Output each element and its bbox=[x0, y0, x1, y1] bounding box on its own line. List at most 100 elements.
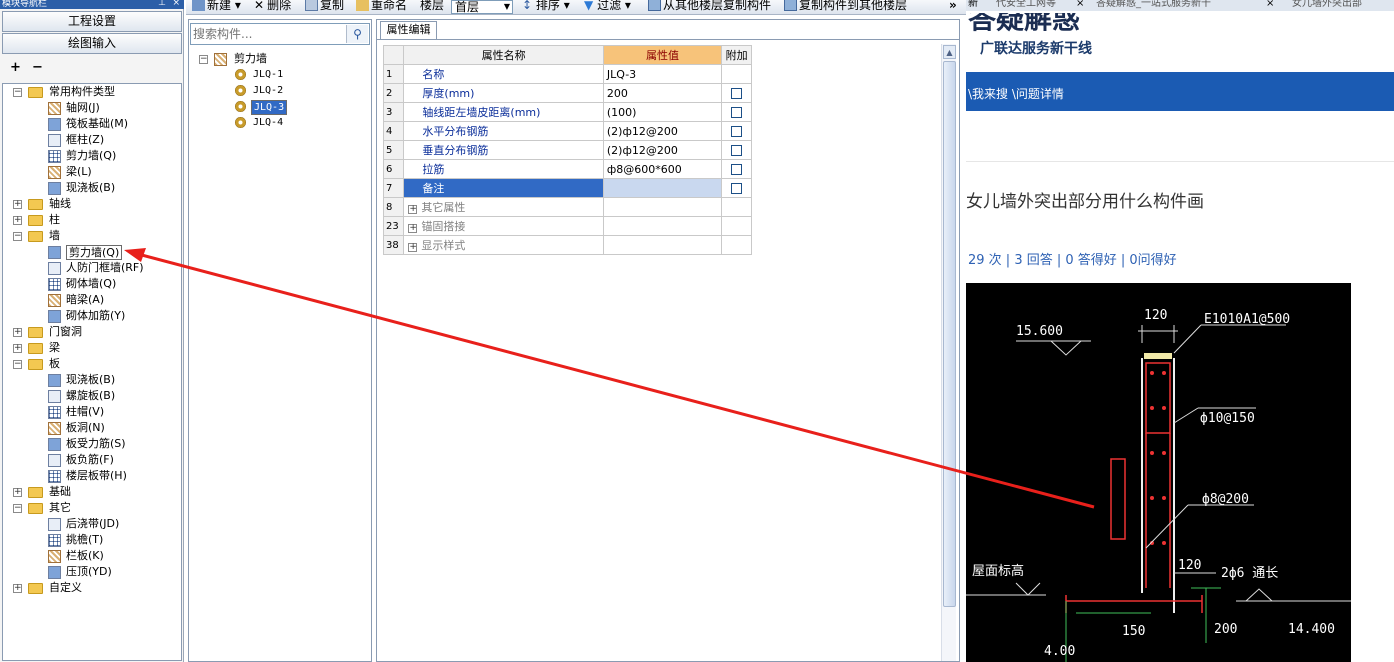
tree-item[interactable]: 砌体墙(Q) bbox=[3, 276, 181, 292]
table-row[interactable]: 3 轴线距左墙皮距离(mm) (100) bbox=[382, 102, 752, 122]
tree-folder[interactable]: + 门窗洞 bbox=[3, 324, 181, 340]
property-value[interactable]: ф8@600*600 bbox=[602, 159, 723, 179]
search-input[interactable] bbox=[193, 26, 343, 42]
delete-button[interactable]: ✕ 删除 bbox=[254, 0, 291, 13]
copy-to-floor-button[interactable]: 复制构件到其他楼层 bbox=[784, 0, 907, 13]
tree-item[interactable]: 轴网(J) bbox=[3, 100, 181, 116]
table-row[interactable]: 23 + 锚固搭接 bbox=[382, 216, 752, 236]
sort-button[interactable]: ↕ 排序 ▾ bbox=[522, 0, 570, 13]
pin-icon[interactable]: ⊥ bbox=[158, 0, 166, 8]
copy-from-floor-button[interactable]: 从其他楼层复制构件 bbox=[648, 0, 771, 13]
tree-item[interactable]: 楼层板带(H) bbox=[3, 468, 181, 484]
tree-item[interactable]: 现浇板(B) bbox=[3, 372, 181, 388]
scroll-up-icon[interactable]: ▲ bbox=[943, 45, 956, 59]
toolbar-overflow-icon[interactable]: » bbox=[949, 0, 957, 13]
tree-folder[interactable]: + 梁 bbox=[3, 340, 181, 356]
tree-folder[interactable]: + 轴线 bbox=[3, 196, 181, 212]
tree-item[interactable]: 剪力墙(Q) bbox=[3, 148, 181, 164]
tree-item[interactable]: 框柱(Z) bbox=[3, 132, 181, 148]
vertical-scrollbar[interactable]: ▲ bbox=[941, 44, 956, 661]
expand-all-icon[interactable]: + bbox=[10, 60, 21, 75]
property-value[interactable] bbox=[602, 197, 723, 217]
table-row[interactable]: 6 拉筋 ф8@600*600 bbox=[382, 159, 752, 179]
extra-cell[interactable] bbox=[721, 102, 752, 122]
tree-folder[interactable]: − 墙 bbox=[3, 228, 181, 244]
property-value[interactable]: JLQ-3 bbox=[602, 64, 723, 84]
browser-tab-4[interactable]: 女儿墙外突出部 bbox=[1292, 0, 1362, 9]
table-row[interactable]: 8 + 其它属性 bbox=[382, 197, 752, 217]
question-stats[interactable]: 29 次 | 3 回答 | 0 答得好 | 0问得好 bbox=[968, 249, 1177, 268]
project-settings-button[interactable]: 工程设置 bbox=[2, 11, 182, 32]
table-row[interactable]: 38 + 显示样式 bbox=[382, 235, 752, 255]
table-row[interactable]: 5 垂直分布钢筋 (2)ф12@200 bbox=[382, 140, 752, 160]
expand-icon[interactable]: + bbox=[13, 216, 22, 225]
expand-icon[interactable]: + bbox=[13, 200, 22, 209]
tab-property-edit[interactable]: 属性编辑 bbox=[380, 21, 437, 39]
tree-item[interactable]: 砌体加筋(Y) bbox=[3, 308, 181, 324]
close-icon[interactable]: × bbox=[172, 0, 180, 8]
tree-folder[interactable]: + 基础 bbox=[3, 484, 181, 500]
collapse-all-icon[interactable]: − bbox=[32, 60, 43, 75]
expand-icon[interactable]: + bbox=[13, 488, 22, 497]
expand-icon[interactable]: + bbox=[13, 584, 22, 593]
property-value[interactable]: (100) bbox=[602, 102, 723, 122]
table-row[interactable]: 1 名称 JLQ-3 bbox=[382, 64, 752, 84]
attach-checkbox[interactable] bbox=[731, 164, 743, 175]
property-value[interactable] bbox=[602, 235, 723, 255]
tree-item[interactable]: 暗梁(A) bbox=[3, 292, 181, 308]
tree-item[interactable]: 压顶(YD) bbox=[3, 564, 181, 580]
tree-item[interactable]: 柱帽(V) bbox=[3, 404, 181, 420]
property-value[interactable]: (2)ф12@200 bbox=[602, 140, 723, 160]
close-tab-icon[interactable]: × bbox=[1076, 0, 1084, 9]
expand-icon[interactable]: + bbox=[408, 205, 418, 214]
extra-cell[interactable] bbox=[721, 159, 752, 179]
attach-checkbox[interactable] bbox=[731, 107, 743, 118]
collapse-icon[interactable]: − bbox=[13, 232, 22, 241]
attach-checkbox[interactable] bbox=[731, 145, 743, 156]
property-value[interactable]: (2)ф12@200 bbox=[602, 121, 723, 141]
collapse-icon[interactable]: − bbox=[13, 360, 22, 369]
tree-folder[interactable]: + 柱 bbox=[3, 212, 181, 228]
tree-item[interactable]: 后浇带(JD) bbox=[3, 516, 181, 532]
drawing-input-button[interactable]: 绘图输入 bbox=[2, 33, 182, 54]
group-cell[interactable]: + 锚固搭接 bbox=[403, 216, 604, 236]
floor-select[interactable]: 首层 ▼ bbox=[451, 0, 513, 14]
tree-item[interactable]: 板负筋(F) bbox=[3, 452, 181, 468]
property-value[interactable]: 200 bbox=[602, 83, 723, 103]
attach-checkbox[interactable] bbox=[731, 88, 743, 99]
collapse-icon[interactable]: − bbox=[199, 55, 208, 64]
rename-button[interactable]: 重命名 bbox=[356, 0, 407, 13]
group-cell[interactable]: + 显示样式 bbox=[403, 235, 604, 255]
browser-tab-2[interactable]: 代安全工网等 bbox=[996, 0, 1056, 9]
property-value[interactable] bbox=[602, 178, 723, 198]
tree-item[interactable]: 梁(L) bbox=[3, 164, 181, 180]
tree-item[interactable]: 挑檐(T) bbox=[3, 532, 181, 548]
copy-button[interactable]: 复制 bbox=[305, 0, 344, 13]
tree-folder[interactable]: − 其它 bbox=[3, 500, 181, 516]
tree-folder[interactable]: − 板 bbox=[3, 356, 181, 372]
attach-checkbox[interactable] bbox=[731, 126, 743, 137]
scroll-thumb[interactable] bbox=[943, 61, 956, 607]
attach-checkbox[interactable] bbox=[731, 183, 743, 194]
browser-tab-1[interactable]: 新 bbox=[968, 0, 978, 9]
collapse-icon[interactable]: − bbox=[13, 504, 22, 513]
tree-item[interactable]: 螺旋板(B) bbox=[3, 388, 181, 404]
collapse-icon[interactable]: − bbox=[13, 88, 22, 97]
tree-item[interactable]: 人防门框墙(RF) bbox=[3, 260, 181, 276]
tree-folder[interactable]: + 自定义 bbox=[3, 580, 181, 596]
filter-button[interactable]: ▼ 过滤 ▾ bbox=[584, 0, 631, 13]
extra-cell[interactable] bbox=[721, 121, 752, 141]
expand-icon[interactable]: + bbox=[408, 243, 418, 252]
browser-tab-3[interactable]: 答疑解惑_一站式服务新干 bbox=[1096, 0, 1211, 9]
expand-icon[interactable]: + bbox=[13, 328, 22, 337]
breadcrumb[interactable]: \我来搜 \问题详情 bbox=[968, 85, 1064, 102]
close-tab-icon[interactable]: × bbox=[1266, 0, 1274, 9]
search-icon[interactable]: ⚲ bbox=[346, 25, 368, 43]
table-row[interactable]: 2 厚度(mm) 200 bbox=[382, 83, 752, 103]
tree-item[interactable]: 剪力墙(Q) bbox=[3, 244, 181, 260]
expand-icon[interactable]: + bbox=[13, 344, 22, 353]
tree-item[interactable]: 板洞(N) bbox=[3, 420, 181, 436]
property-value[interactable] bbox=[602, 216, 723, 236]
extra-cell[interactable] bbox=[721, 178, 752, 198]
group-cell[interactable]: + 其它属性 bbox=[403, 197, 604, 217]
